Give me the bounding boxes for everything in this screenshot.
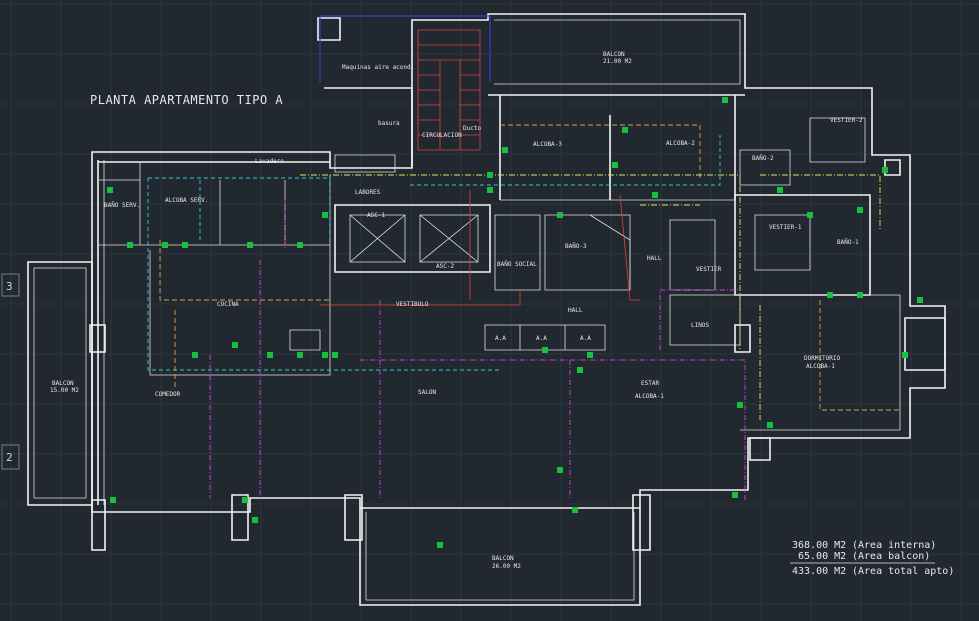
outlet-symbol (777, 187, 783, 193)
label-alcoba-serv: ALCOBA SERV. (165, 197, 208, 204)
area-summary: 368.00 M2 (Area interna) 65.00 M2 (Area … (790, 540, 954, 577)
outlet-symbol (882, 167, 888, 173)
label-comedor: COMEDOR (155, 391, 181, 398)
label-balcon-bottom: BALCON (492, 555, 514, 562)
outlet-symbol (297, 352, 303, 358)
label-aa-3: A.A (580, 335, 591, 342)
label-hall-right: HALL (647, 255, 662, 262)
label-basura: basura (378, 120, 400, 127)
area-interna-value: 368.00 M2 (792, 540, 846, 551)
label-vestibulo: VESTIBULO (396, 301, 429, 308)
outlet-symbol (557, 212, 563, 218)
label-dormitorio: DORMITORIO (804, 355, 841, 362)
label-maquinas: Maquinas aire acond. (342, 64, 414, 71)
label-bano-3: BAÑO-3 (565, 243, 587, 250)
outlet-symbol (732, 492, 738, 498)
outlet-symbol (722, 97, 728, 103)
outlet-symbol (162, 242, 168, 248)
area-total-value: 433.00 M2 (792, 566, 846, 577)
outlet-symbol (857, 207, 863, 213)
outlet-symbol (332, 352, 338, 358)
label-balcon-top: BALCON (603, 51, 625, 58)
outlet-symbol (127, 242, 133, 248)
label-alcoba-3: ALCOBA-3 (533, 141, 562, 148)
outlet-symbol (232, 342, 238, 348)
label-lavadero: Lavadero (255, 158, 284, 165)
area-total-desc: (Area total apto) (852, 566, 954, 577)
area-balcon-desc: (Area balcon) (852, 551, 930, 562)
outlet-symbol (267, 352, 273, 358)
label-bano-1: BAÑO-1 (837, 239, 859, 246)
axis-label-2: 2 (6, 451, 13, 464)
label-ducto: Ducto (463, 125, 481, 132)
label-cocina: COCINA (217, 301, 239, 308)
outlet-symbol (737, 402, 743, 408)
outlet-symbol (622, 127, 628, 133)
label-balcon-bottom-area: 26.00 M2 (492, 563, 521, 570)
outlet-symbol (652, 192, 658, 198)
outlet-symbol (252, 517, 258, 523)
outlet-symbol (247, 242, 253, 248)
outlet-symbol (242, 497, 248, 503)
outlet-symbol (557, 467, 563, 473)
outlet-symbol (572, 507, 578, 513)
outlet-symbol (322, 212, 328, 218)
label-asc-2: ASC-2 (436, 263, 454, 270)
outlet-symbol (767, 422, 773, 428)
outlet-symbol (182, 242, 188, 248)
label-aa-1: A.A (495, 335, 506, 342)
outlet-symbol (297, 242, 303, 248)
label-bano-social: BAÑO SOCIAL (497, 261, 537, 268)
label-balcon-top-area: 21.00 M2 (603, 58, 632, 65)
label-vestier: VESTIER (696, 266, 722, 273)
label-vestier-1: VESTIER-1 (769, 224, 802, 231)
axis-label-3: 3 (6, 280, 13, 293)
label-hall: HALL (568, 307, 583, 314)
label-vestier-2: VESTIER-2 (830, 117, 863, 124)
outlet-symbol (192, 352, 198, 358)
outlet-symbol (322, 352, 328, 358)
label-linos: LINOS (691, 322, 709, 329)
plan-title: PLANTA APARTAMENTO TIPO A (90, 93, 283, 107)
label-estar: ESTAR (641, 380, 659, 387)
outlet-symbol (857, 292, 863, 298)
label-dormitorio-sub: ALCOBA-1 (806, 363, 835, 370)
outlet-symbol (577, 367, 583, 373)
area-balcon-value: 65.00 M2 (798, 551, 846, 562)
outlet-symbol (807, 212, 813, 218)
outlet-symbol (827, 292, 833, 298)
cad-floor-plan-canvas[interactable]: 3 2 PLANTA APARTAMENTO TIPO A BALCON 21.… (0, 0, 979, 621)
outlet-symbol (487, 187, 493, 193)
outlet-symbol (502, 147, 508, 153)
area-interna-desc: (Area interna) (852, 540, 936, 551)
outlet-symbol (487, 172, 493, 178)
outlet-symbol (902, 352, 908, 358)
label-aa-2: A.A (536, 335, 547, 342)
outlet-symbol (107, 187, 113, 193)
label-bano-serv: BAÑO SERV. (104, 202, 140, 209)
outlet-symbol (437, 542, 443, 548)
label-bano-2: BAÑO-2 (752, 155, 774, 162)
outlet-symbol (587, 352, 593, 358)
label-balcon-left: BALCON (52, 380, 74, 387)
label-salon: SALON (418, 389, 436, 396)
label-asc-1: ASC-1 (367, 212, 385, 219)
outlet-symbol (612, 162, 618, 168)
label-circulacion: CIRCULACION (422, 132, 462, 139)
label-balcon-left-area: 15.00 M2 (50, 387, 79, 394)
outlet-symbol (917, 297, 923, 303)
label-alcoba-2: ALCOBA-2 (666, 140, 695, 147)
outlet-symbol (542, 347, 548, 353)
label-labores: LABORES (355, 189, 381, 196)
outlet-symbol (110, 497, 116, 503)
label-estar-sub: ALCOBA-1 (635, 393, 664, 400)
